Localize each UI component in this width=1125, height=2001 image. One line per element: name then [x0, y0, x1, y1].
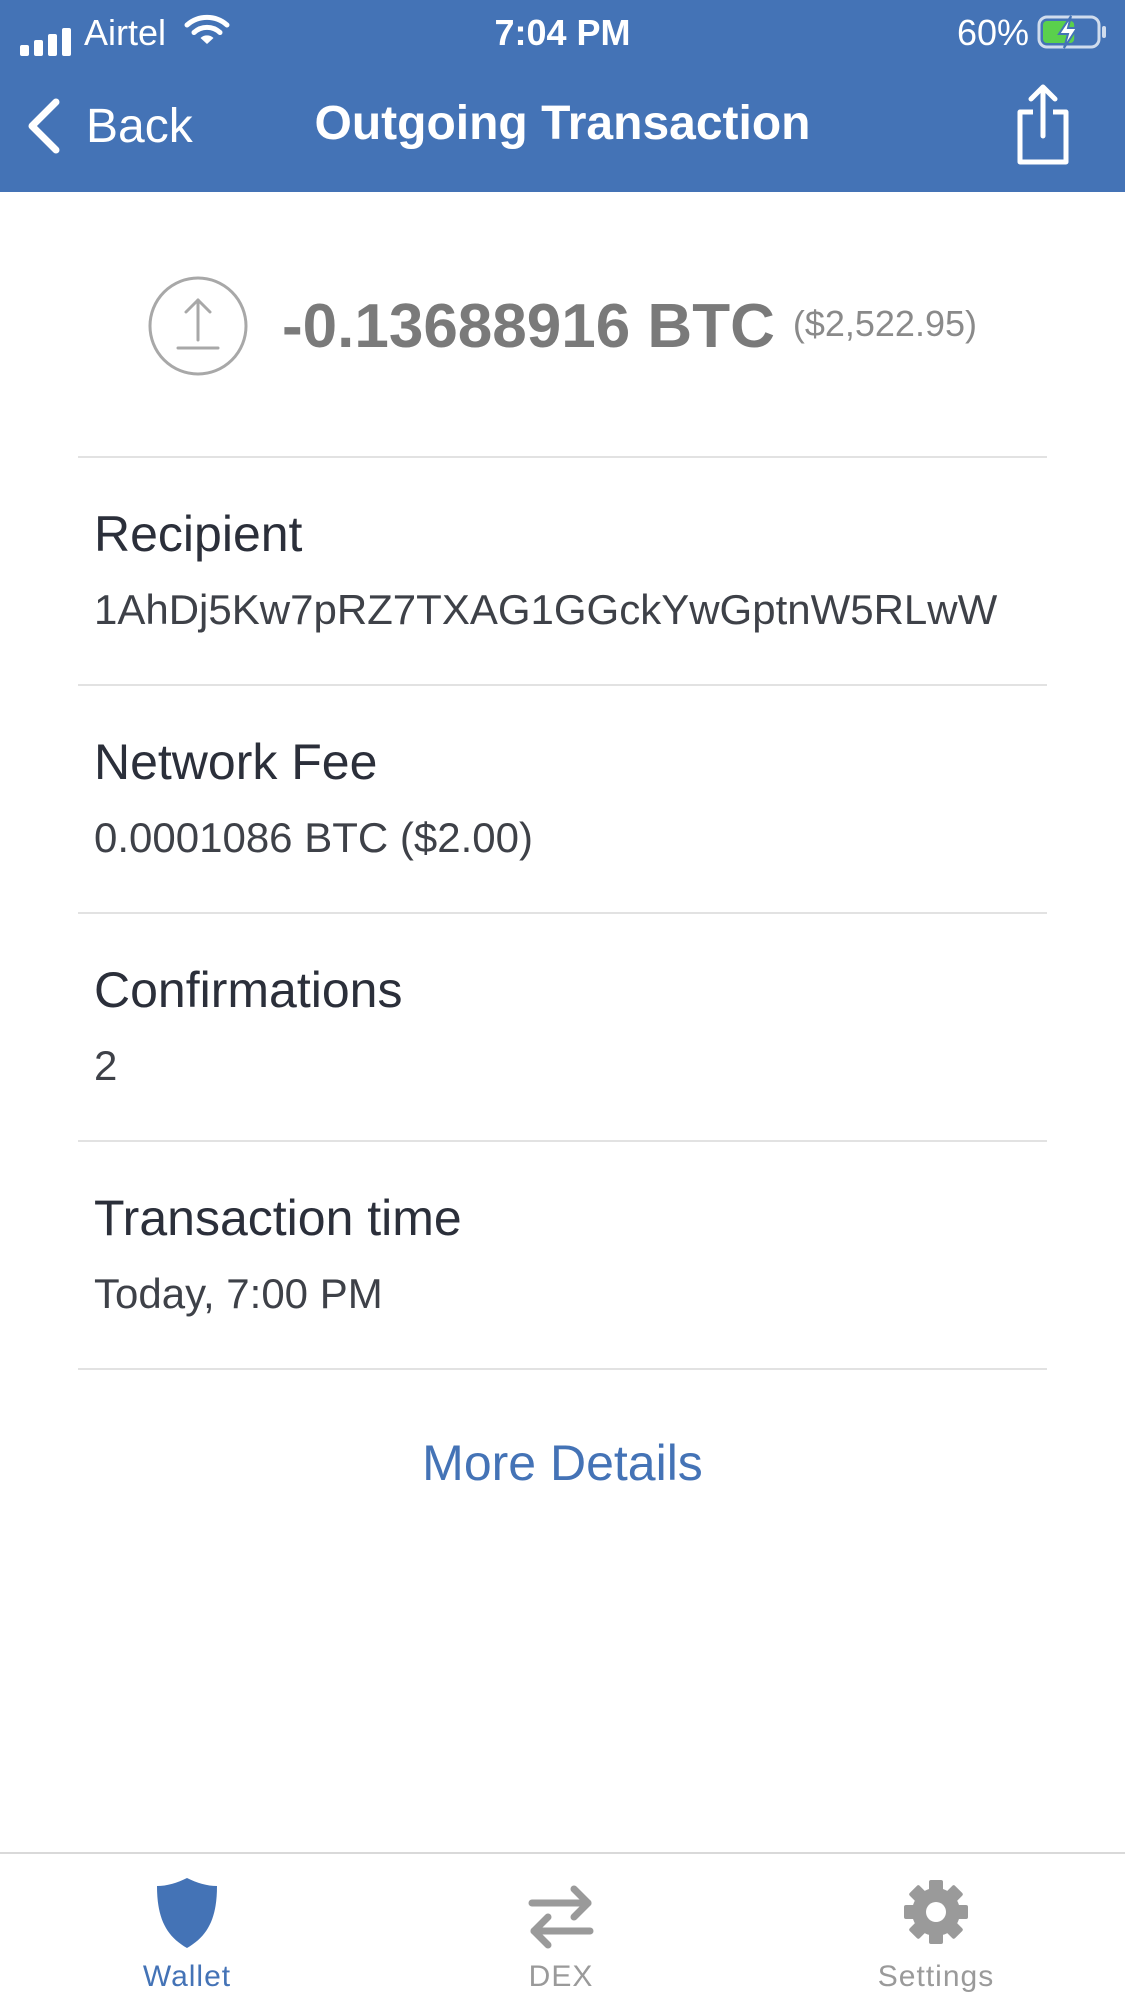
divider [78, 1140, 1047, 1142]
status-bar: Airtel 7:04 PM 60% [0, 0, 1125, 64]
swap-arrows-icon [528, 1885, 594, 1949]
network-fee-label: Network Fee [94, 734, 378, 790]
divider [78, 684, 1047, 686]
transaction-time-row: Transaction time Today, 7:00 PM [94, 1189, 1054, 1319]
transaction-time-label: Transaction time [94, 1190, 462, 1246]
divider [78, 1368, 1047, 1370]
header: Airtel 7:04 PM 60% Back Outgoing Transac… [0, 0, 1125, 192]
more-details-link[interactable]: More Details [0, 1434, 1125, 1492]
confirmations-label: Confirmations [94, 962, 403, 1018]
battery-charging-icon [1037, 15, 1106, 49]
recipient-label: Recipient [94, 506, 303, 562]
navigation-bar: Back Outgoing Transaction [0, 64, 1125, 192]
network-fee-row: Network Fee 0.0001086 BTC ($2.00) [94, 733, 1054, 863]
tab-dex[interactable]: DEX [436, 1876, 686, 1994]
tab-settings[interactable]: Settings [811, 1876, 1061, 1994]
transaction-amount: -0.13688916 BTC [282, 291, 775, 361]
confirmations-row: Confirmations 2 [94, 961, 1054, 1091]
share-icon[interactable] [1011, 82, 1075, 166]
tab-wallet[interactable]: Wallet [62, 1876, 312, 1994]
transaction-amount-row: -0.13688916 BTC ($2,522.95) [148, 276, 977, 376]
battery-percent: 60% [956, 12, 1029, 53]
shield-icon [157, 1878, 217, 1948]
recipient-address[interactable]: 1AhDj5Kw7pRZ7TXAG1GGckYwGptnW5RLwW [94, 585, 1054, 635]
page-title: Outgoing Transaction [314, 97, 811, 150]
confirmations-value: 2 [94, 1042, 118, 1089]
divider [78, 456, 1047, 458]
transaction-detail-screen: Airtel 7:04 PM 60% Back Outgoing Transac… [0, 0, 1125, 2001]
tab-settings-label: Settings [877, 1960, 995, 1993]
recipient-row: Recipient 1AhDj5Kw7pRZ7TXAG1GGckYwGptnW5… [94, 505, 1054, 635]
tab-dex-label: DEX [528, 1960, 594, 1993]
tab-wallet-label: Wallet [142, 1960, 232, 1993]
network-fee-value: 0.0001086 BTC ($2.00) [94, 814, 533, 861]
transaction-amount-fiat: ($2,522.95) [792, 303, 977, 344]
divider [78, 912, 1047, 914]
transaction-time-value: Today, 7:00 PM [94, 1270, 383, 1317]
tab-bar: Wallet DEX Settings [0, 1852, 1125, 2001]
gear-icon [904, 1880, 968, 1944]
outgoing-arrow-icon [148, 276, 248, 376]
